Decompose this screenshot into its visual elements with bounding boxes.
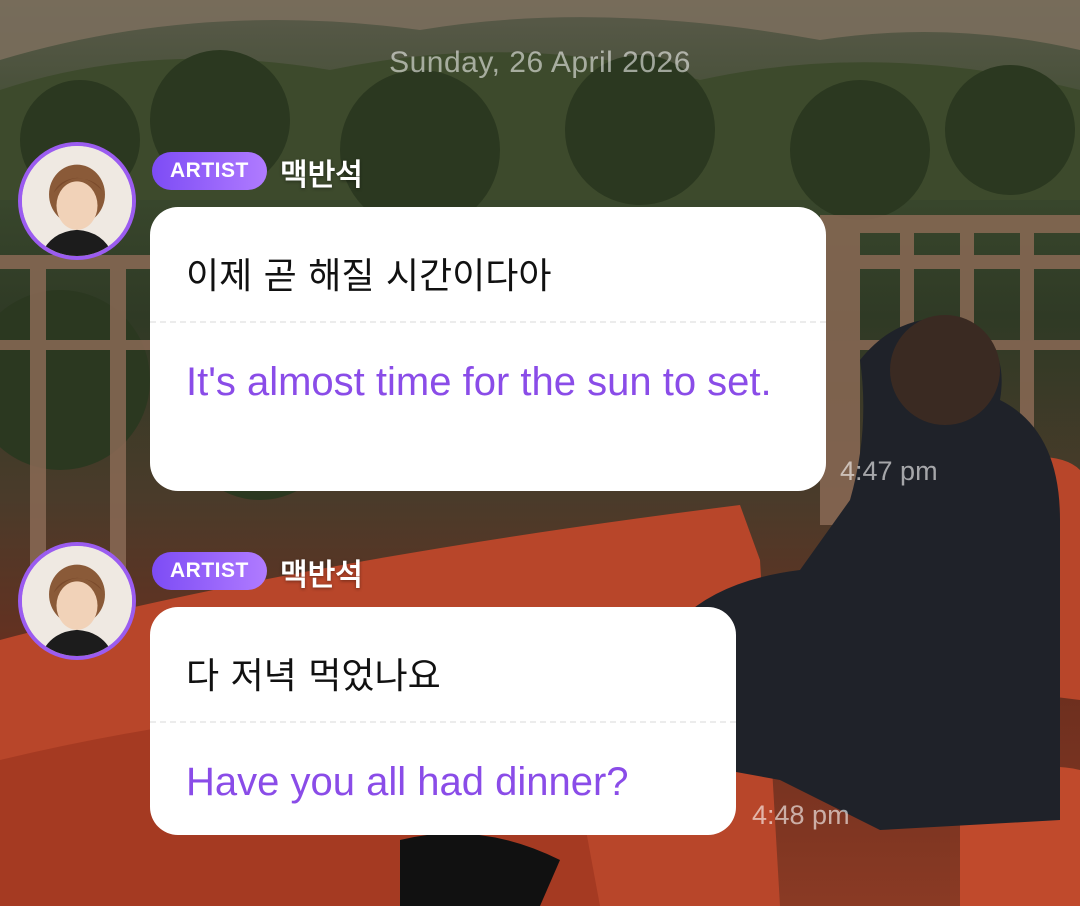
sender-name[interactable]: 맥반석 — [280, 150, 363, 194]
message-korean-text: 이제 곧 해질 시간이다아 — [186, 256, 552, 297]
date-separator: Sunday, 26 April 2026 — [389, 46, 691, 79]
message-korean-text: 다 저녁 먹었나요 — [186, 656, 441, 697]
bubble-divider — [150, 721, 736, 723]
artist-badge: ARTIST — [152, 552, 267, 590]
artist-badge: ARTIST — [152, 152, 267, 190]
artist-avatar[interactable] — [18, 542, 136, 660]
message-translation-text: Have you all had dinner? — [186, 760, 629, 804]
message-timestamp: 4:48 pm — [752, 800, 850, 830]
message-bubble[interactable]: 다 저녁 먹었나요 Have you all had dinner? — [150, 607, 736, 835]
message-translation-text: It's almost time for the sun to set. — [186, 360, 772, 404]
sender-name[interactable]: 맥반석 — [280, 550, 363, 594]
avatar-photo-icon — [22, 146, 132, 256]
avatar-photo-icon — [22, 546, 132, 656]
message-bubble[interactable]: 이제 곧 해질 시간이다아 It's almost time for the s… — [150, 207, 826, 491]
artist-avatar[interactable] — [18, 142, 136, 260]
message-timestamp: 4:47 pm — [840, 456, 938, 486]
bubble-divider — [150, 321, 826, 323]
